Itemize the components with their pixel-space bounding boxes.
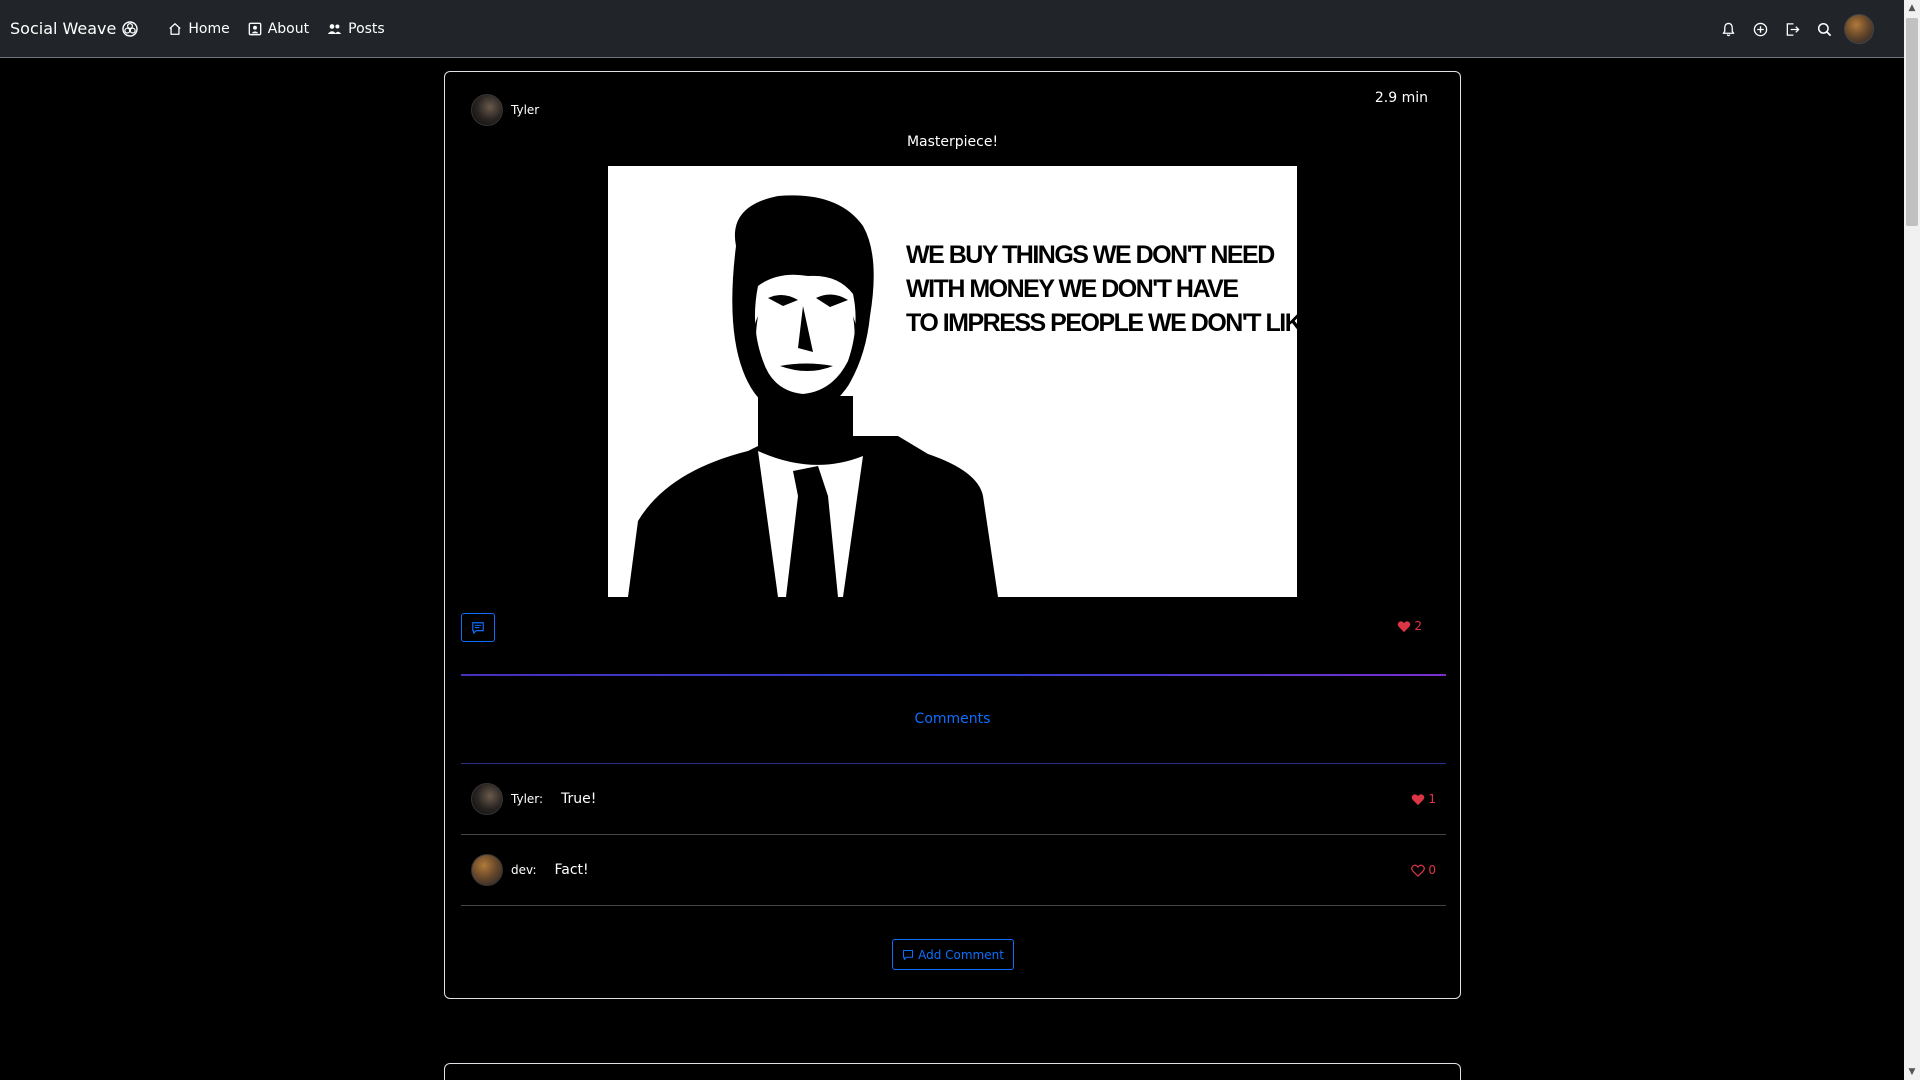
quote-line: WITH MONEY WE DON'T HAVE (906, 275, 1239, 303)
comment-like-button[interactable]: 0 (1411, 863, 1436, 877)
post-image-quote: WE BUY THINGS WE DON'T NEED WITH MONEY W… (906, 238, 1297, 340)
about-icon (248, 22, 262, 35)
post-time: 2.9 min (1374, 90, 1428, 106)
bell-icon (1722, 22, 1734, 36)
plus-circle-icon (1753, 22, 1767, 36)
navbar: Social Weave Home About Posts (0, 0, 1904, 58)
brand-logo-icon (122, 20, 139, 37)
add-comment-label: Add Comment (918, 947, 1004, 962)
heart-outline-icon (1411, 864, 1426, 877)
create-post-button[interactable] (1744, 13, 1776, 45)
comment-like-button[interactable]: 1 (1411, 792, 1436, 806)
nav-link-label: Posts (348, 20, 385, 37)
page-scrollbar[interactable]: ▲ ▼ (1904, 0, 1920, 1080)
search-icon (1817, 22, 1831, 36)
user-avatar[interactable] (1844, 14, 1874, 44)
brand-name: Social Weave (10, 19, 117, 38)
nav-link-about[interactable]: About (248, 21, 309, 37)
chat-icon (903, 949, 914, 960)
logout-icon (1786, 22, 1800, 36)
post-like-count: 2 (1414, 619, 1422, 633)
post-header: Tyler (471, 94, 539, 126)
home-icon (169, 22, 182, 35)
comment-like-count: 1 (1428, 792, 1436, 806)
next-post-card (444, 1063, 1461, 1080)
comment-row: dev: Fact! 0 (461, 835, 1446, 906)
comments-title: Comments (914, 711, 991, 727)
post-like-button[interactable]: 2 (1397, 619, 1422, 633)
brand[interactable]: Social Weave (10, 19, 139, 38)
portrait-illustration (628, 195, 998, 597)
post-author-avatar[interactable] (471, 94, 503, 126)
post-author[interactable]: Tyler (511, 103, 539, 117)
nav-link-posts[interactable]: Posts (327, 21, 385, 37)
post-card: Tyler 2.9 min Masterpiece! WE BUY THINGS… (444, 71, 1461, 999)
add-comment-button[interactable]: Add Comment (892, 939, 1014, 970)
nav-link-label: Home (188, 20, 230, 37)
divider (461, 674, 1446, 676)
heart-filled-icon (1412, 793, 1425, 805)
people-icon (327, 23, 342, 34)
heart-filled-icon (1398, 620, 1411, 632)
nav-link-home[interactable]: Home (168, 20, 230, 37)
post-caption: Masterpiece! (906, 134, 999, 150)
search-button[interactable] (1808, 13, 1840, 45)
scrollbar-thumb[interactable] (1906, 18, 1918, 226)
post-image: WE BUY THINGS WE DON'T NEED WITH MONEY W… (608, 166, 1297, 597)
comment-author-avatar[interactable] (471, 854, 503, 886)
scroll-down-arrow-icon[interactable]: ▼ (1904, 1064, 1920, 1080)
comment-author[interactable]: dev: (511, 863, 537, 877)
logout-button[interactable] (1776, 13, 1808, 45)
comment-like-count: 0 (1428, 863, 1436, 877)
comment-author-avatar[interactable] (471, 783, 503, 815)
chat-icon (472, 621, 484, 634)
quote-line: WE BUY THINGS WE DON'T NEED (906, 241, 1275, 269)
comment-author[interactable]: Tyler: (511, 792, 543, 806)
comment-text: Fact! (554, 862, 589, 878)
nav-link-label: About (267, 20, 310, 37)
scroll-up-arrow-icon[interactable]: ▲ (1904, 0, 1920, 16)
nav-right (1712, 0, 1874, 58)
notifications-button[interactable] (1712, 13, 1744, 45)
comment-text: True! (561, 791, 597, 807)
quote-line: TO IMPRESS PEOPLE WE DON'T LIKE. (906, 309, 1297, 337)
nav-links: Home About Posts (168, 21, 402, 37)
comment-toggle-button[interactable] (461, 613, 495, 642)
comment-row: Tyler: True! 1 (461, 764, 1446, 835)
